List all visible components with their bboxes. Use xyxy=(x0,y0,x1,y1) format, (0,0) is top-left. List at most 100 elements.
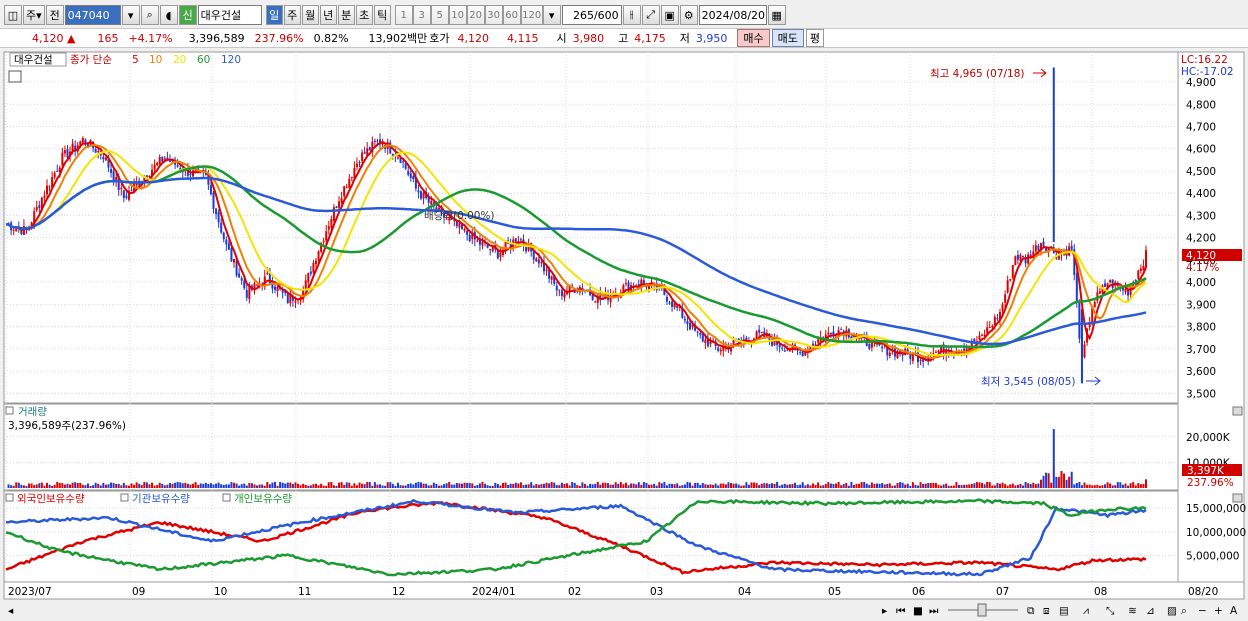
stop-icon[interactable]: ■ xyxy=(913,605,923,617)
trend-icon[interactable]: ⤡ xyxy=(1106,605,1115,617)
volume-bar xyxy=(1124,483,1127,488)
volume-bar xyxy=(1132,482,1135,488)
volume-bar xyxy=(747,484,750,488)
indicator-icon[interactable]: ⩘ xyxy=(1083,605,1089,617)
code-dropdown-icon[interactable]: ▾ xyxy=(121,5,140,25)
period-tab-0[interactable]: 일 xyxy=(265,5,283,25)
volume-bar xyxy=(601,482,604,488)
volume-pane-close-icon[interactable] xyxy=(1232,406,1243,416)
candle-body xyxy=(156,162,159,166)
candle-settings-icon[interactable]: ⫲ xyxy=(622,5,641,25)
pattern-icon[interactable]: ≋ xyxy=(1128,605,1137,617)
volume-bar xyxy=(302,483,305,488)
price-tick-1: 4,800 xyxy=(1186,99,1216,111)
zoom-in-icon[interactable]: + xyxy=(1214,605,1223,617)
volume-pane-toggle-icon[interactable] xyxy=(5,406,14,415)
stock-chart[interactable]: 4,900 4,800 4,700 4,600 4,500 4,400 4,300 4,200… xyxy=(0,50,1248,621)
hc-label: HC:-17.02 xyxy=(1181,66,1234,78)
volume-bar xyxy=(481,481,484,488)
volume-bar xyxy=(940,485,943,488)
volume-bar xyxy=(809,485,812,488)
interval-tab-6[interactable]: 60 xyxy=(502,5,521,25)
candle-body xyxy=(412,175,415,180)
volume-bar xyxy=(614,482,617,488)
volume-bar xyxy=(1068,476,1071,488)
new-button[interactable]: 신 xyxy=(178,5,197,25)
volume-bar xyxy=(840,485,843,488)
candle-body xyxy=(338,201,341,208)
speaker-icon[interactable]: ◖ xyxy=(159,5,178,25)
eval-button[interactable]: 평 xyxy=(805,29,824,47)
split-icon[interactable]: ▤ xyxy=(1059,605,1069,617)
volume-bar xyxy=(986,481,989,488)
candle-body xyxy=(243,280,246,289)
magnifier-icon[interactable]: ⌕ xyxy=(1181,605,1187,617)
table-toggle-icon[interactable] xyxy=(8,70,22,83)
compare-icon[interactable]: ⧈ xyxy=(1043,605,1050,617)
gear-icon[interactable]: ⚙ xyxy=(679,5,698,25)
volume-bar xyxy=(814,484,817,488)
volume-bar xyxy=(373,482,376,488)
interval-dropdown-icon[interactable]: ▾ xyxy=(542,5,561,25)
interval-tab-5[interactable]: 30 xyxy=(484,5,503,25)
period-tab-6[interactable]: 틱 xyxy=(373,5,391,25)
volume-bar xyxy=(663,481,666,488)
volume-bar xyxy=(425,483,428,488)
interval-tab-0[interactable]: 1 xyxy=(394,5,413,25)
prev-button[interactable]: 전 xyxy=(45,5,64,25)
period-tab-2[interactable]: 월 xyxy=(301,5,319,25)
holding-pane-close-icon[interactable] xyxy=(1232,493,1243,503)
date-input[interactable]: 2024/08/20 xyxy=(698,5,767,25)
volume-bar xyxy=(443,484,446,488)
ruler-icon[interactable]: ⊿ xyxy=(1146,605,1155,617)
candle-body xyxy=(778,344,781,348)
fast-forward-icon[interactable]: ⏭ xyxy=(929,605,939,617)
scroll-left-icon[interactable]: ◂ xyxy=(8,605,14,617)
stock-code-input[interactable]: 047040 xyxy=(64,5,121,25)
interval-tab-3[interactable]: 10 xyxy=(448,5,467,25)
volume-bar xyxy=(294,482,297,488)
text-tool-icon[interactable]: A xyxy=(1230,605,1238,617)
scroll-right-icon[interactable]: ▸ xyxy=(882,605,888,617)
volume-bar xyxy=(514,482,517,488)
zoom-out-icon[interactable]: − xyxy=(1198,605,1207,617)
period-tab-1[interactable]: 주 xyxy=(283,5,301,25)
rewind-icon[interactable]: ⏮ xyxy=(896,605,906,617)
candle-body xyxy=(38,205,41,208)
count-input[interactable]: 265/600 xyxy=(561,5,622,25)
volume-bar xyxy=(1129,483,1132,488)
buy-button[interactable]: 매수 xyxy=(737,29,770,47)
volume-bar xyxy=(745,482,748,488)
candle-body xyxy=(1137,270,1140,279)
volume-bar xyxy=(176,481,179,488)
interval-tab-7[interactable]: 120 xyxy=(520,5,543,25)
candle-body xyxy=(327,226,330,230)
layout-icon[interactable]: ⧉ xyxy=(1027,605,1035,617)
volume-last-pct-tag: 237.96% xyxy=(1187,477,1234,489)
candle-body xyxy=(340,198,343,203)
volume-bar xyxy=(537,484,540,488)
volume-bar xyxy=(17,482,20,488)
period-tab-4[interactable]: 분 xyxy=(337,5,355,25)
period-tab-5[interactable]: 초 xyxy=(355,5,373,25)
interval-tab-4[interactable]: 20 xyxy=(466,5,485,25)
candle-body xyxy=(317,251,320,261)
market-type-select[interactable]: 주 ▾ xyxy=(23,5,45,25)
volume-bar xyxy=(1052,429,1055,488)
volume-bar xyxy=(540,484,543,488)
eval-label: 평 xyxy=(809,32,820,45)
volume-bar xyxy=(699,484,702,488)
volume-bar xyxy=(1091,485,1094,488)
interval-tab-1[interactable]: 3 xyxy=(412,5,431,25)
volume-bar xyxy=(1083,482,1086,488)
zoom-slider-handle[interactable] xyxy=(977,603,987,617)
search-icon[interactable]: ⌕ xyxy=(140,5,159,25)
period-tab-3[interactable]: 년 xyxy=(319,5,337,25)
image-icon[interactable]: ▨ xyxy=(1167,605,1177,617)
interval-tab-2[interactable]: 5 xyxy=(430,5,449,25)
window-menu-icon[interactable]: ◫ xyxy=(4,5,22,25)
calendar-icon[interactable]: ▦ xyxy=(767,5,786,25)
save-icon[interactable]: ▣ xyxy=(660,5,679,25)
sell-button[interactable]: 매도 xyxy=(771,29,804,47)
draw-tool-icon[interactable]: ⤢ xyxy=(641,5,660,25)
